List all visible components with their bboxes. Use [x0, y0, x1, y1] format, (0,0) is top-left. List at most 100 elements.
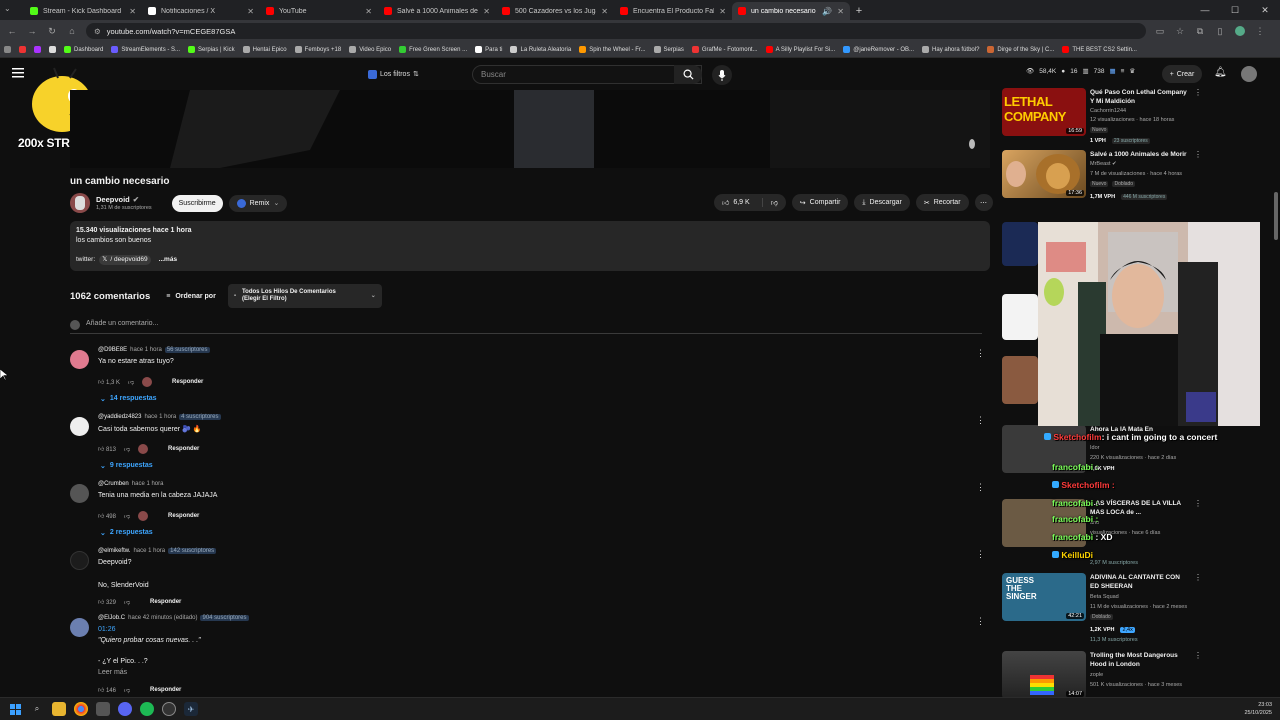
like-button[interactable]: 👍︎ 498	[98, 512, 116, 520]
bookmark-item[interactable]: THE BEST CS2 Settin...	[1062, 46, 1137, 53]
more-options-icon[interactable]: ⋮	[1194, 573, 1202, 582]
channel-avatar[interactable]	[70, 193, 90, 213]
subscribe-button[interactable]: Suscribirme	[171, 194, 223, 212]
download-button[interactable]: ⤓ Descargar	[854, 194, 910, 211]
comment-author[interactable]: @Crumben	[98, 481, 129, 487]
more-options-icon[interactable]: ⋮	[1194, 651, 1202, 660]
home-icon[interactable]: ⌂	[66, 25, 78, 37]
bookmark-item[interactable]: La Ruleta Aleatoria	[510, 46, 571, 53]
more-actions-button[interactable]: ⋯	[974, 194, 993, 211]
comment-filter-select[interactable]: ▪ Todos Los Hilos De Comentarios (Elegir …	[227, 284, 382, 308]
show-more-link[interactable]: ...más	[159, 255, 177, 265]
video-thumbnail[interactable]	[1002, 222, 1038, 266]
create-button[interactable]: + Crear	[1162, 65, 1202, 83]
app-icon[interactable]	[96, 702, 110, 716]
speaker-icon[interactable]: 🔊	[822, 7, 832, 16]
sidebar-icon[interactable]: ▯	[1214, 25, 1226, 37]
search-button[interactable]	[674, 65, 702, 84]
description-box[interactable]: 15.340 visualizaciones hace 1 hora los c…	[70, 221, 990, 271]
dislike-button[interactable]: 👎︎	[124, 598, 130, 606]
bookmark-star-icon[interactable]: ☆	[1174, 25, 1186, 37]
recommended-video[interactable]: GUESS THE SINGER 42:21 ADIVINA AL CANTAN…	[1002, 573, 1202, 643]
forward-icon[interactable]: →	[26, 25, 38, 37]
bookmark-item[interactable]: GrafMe - Fotomont...	[691, 46, 758, 53]
like-button[interactable]: 👍︎ 1,3 K	[98, 378, 120, 386]
close-icon[interactable]: ✕	[129, 7, 136, 16]
tab-search-icon[interactable]: ⌄	[4, 4, 16, 16]
notifications-bell-icon[interactable]: 🔔︎	[1214, 67, 1227, 78]
close-icon[interactable]: ✕	[601, 7, 608, 16]
profile-avatar[interactable]	[1234, 25, 1246, 37]
browser-tab-active[interactable]: un cambio necesario - YouT 🔊 ✕	[732, 2, 850, 20]
close-icon[interactable]: ✕	[247, 7, 254, 16]
more-options-icon[interactable]: ⋮	[1194, 150, 1202, 159]
recommended-video[interactable]: 14:07 Trolling the Most Dangerous Hood i…	[1002, 651, 1202, 699]
commenter-avatar[interactable]	[70, 551, 89, 570]
video-player[interactable]	[70, 90, 990, 168]
browser-tab[interactable]: 500 Cazadores vs los Jugadores ✕	[496, 2, 614, 20]
reply-button[interactable]: Responder	[168, 513, 199, 519]
comment-author[interactable]: @ElJob.C	[98, 615, 125, 621]
bookmark-icon[interactable]	[19, 46, 26, 53]
bookmark-folder[interactable]: Hentai Epico	[242, 46, 287, 53]
dislike-button[interactable]: 👎︎	[128, 378, 134, 386]
reply-button[interactable]: Responder	[150, 599, 181, 605]
close-icon[interactable]: ✕	[719, 7, 726, 16]
page-scrollbar[interactable]	[1274, 192, 1278, 240]
clip-button[interactable]: ✂ Recortar	[915, 194, 969, 211]
bookmark-item[interactable]: Free Green Screen ...	[399, 46, 467, 53]
view-replies-button[interactable]: ⌄ 2 respuestas	[100, 529, 153, 537]
bookmark-icon[interactable]	[34, 46, 41, 53]
bookmark-item[interactable]: Serpias | Kick	[188, 46, 235, 53]
discord-icon[interactable]	[118, 702, 132, 716]
browser-tab[interactable]: Salvé a 1000 Animales de Morir ✕	[378, 2, 496, 20]
comment-author[interactable]: @D9BE8E	[98, 347, 127, 353]
browser-tab[interactable]: Stream - Kick Dashboard ✕	[24, 2, 142, 20]
video-thumbnail[interactable]	[1002, 294, 1038, 340]
like-button[interactable]: 👍︎ 329	[98, 598, 116, 606]
read-more-link[interactable]: Leer más	[98, 669, 127, 676]
reply-button[interactable]: Responder	[150, 687, 181, 693]
commenter-avatar[interactable]	[70, 484, 89, 503]
dislike-button[interactable]: 👎︎	[124, 686, 130, 694]
obs-icon[interactable]	[162, 702, 176, 716]
recommended-video[interactable]: LETHAL COMPANY 16:59 Qué Paso Con Lethal…	[1002, 88, 1202, 144]
comment-author[interactable]: @elmikeftw.	[98, 548, 130, 554]
windows-start-icon[interactable]	[8, 702, 22, 716]
account-avatar[interactable]	[1241, 66, 1257, 82]
bookmark-folder[interactable]: Hay ahora fútbol?	[922, 46, 979, 53]
twitter-link[interactable]: 𝕏 / deepvoid69	[99, 255, 151, 265]
video-thumbnail[interactable]	[1002, 356, 1038, 404]
file-explorer-icon[interactable]	[52, 702, 66, 716]
bookmark-item[interactable]: Dirge of the Sky | C...	[987, 46, 1054, 53]
recommended-video[interactable]: 17:36 Salvé a 1000 Animales de Morir MrB…	[1002, 150, 1202, 200]
like-button[interactable]: 👍︎ 6,9 K	[714, 198, 758, 207]
steam-icon[interactable]: ✈	[184, 702, 198, 716]
video-thumbnail[interactable]: GUESS THE SINGER 42:21	[1002, 573, 1086, 621]
grid-icon[interactable]: ▦	[1109, 67, 1115, 75]
new-tab-button[interactable]: +	[850, 2, 868, 20]
timestamp-link[interactable]: 01:26	[98, 626, 116, 633]
like-button[interactable]: 👍︎ 813	[98, 445, 116, 453]
search-icon[interactable]: ⌕	[30, 702, 44, 716]
comment-menu-icon[interactable]: ⋮	[976, 348, 985, 359]
commenter-avatar[interactable]	[70, 417, 89, 436]
reply-button[interactable]: Responder	[172, 379, 203, 385]
close-icon[interactable]: ✕	[483, 7, 490, 16]
share-button[interactable]: ↪ Compartir	[791, 194, 849, 211]
bookmark-item[interactable]: Para ti	[475, 46, 502, 53]
bookmark-folder[interactable]: Video Epico	[349, 46, 391, 53]
bookmark-item[interactable]: A Silly Playlist For Si...	[765, 46, 835, 53]
view-replies-button[interactable]: ⌄ 14 respuestas	[100, 395, 157, 403]
spotify-icon[interactable]	[140, 702, 154, 716]
maximize-button[interactable]: ☐	[1220, 0, 1250, 20]
url-bar[interactable]: ⚙ youtube.com/watch?v=mCEGE87GSA	[86, 23, 1146, 39]
sort-button[interactable]: ≡ Ordenar por	[166, 293, 216, 300]
bookmark-folder[interactable]: Femboys +18	[294, 46, 341, 53]
window-close-button[interactable]: ✕	[1250, 0, 1280, 20]
commenter-avatar[interactable]	[70, 350, 89, 369]
comment-menu-icon[interactable]: ⋮	[976, 482, 985, 493]
reload-icon[interactable]: ↻	[46, 25, 58, 37]
site-info-icon[interactable]: ⚙	[94, 27, 101, 36]
list-icon[interactable]: ≡	[1121, 68, 1125, 75]
